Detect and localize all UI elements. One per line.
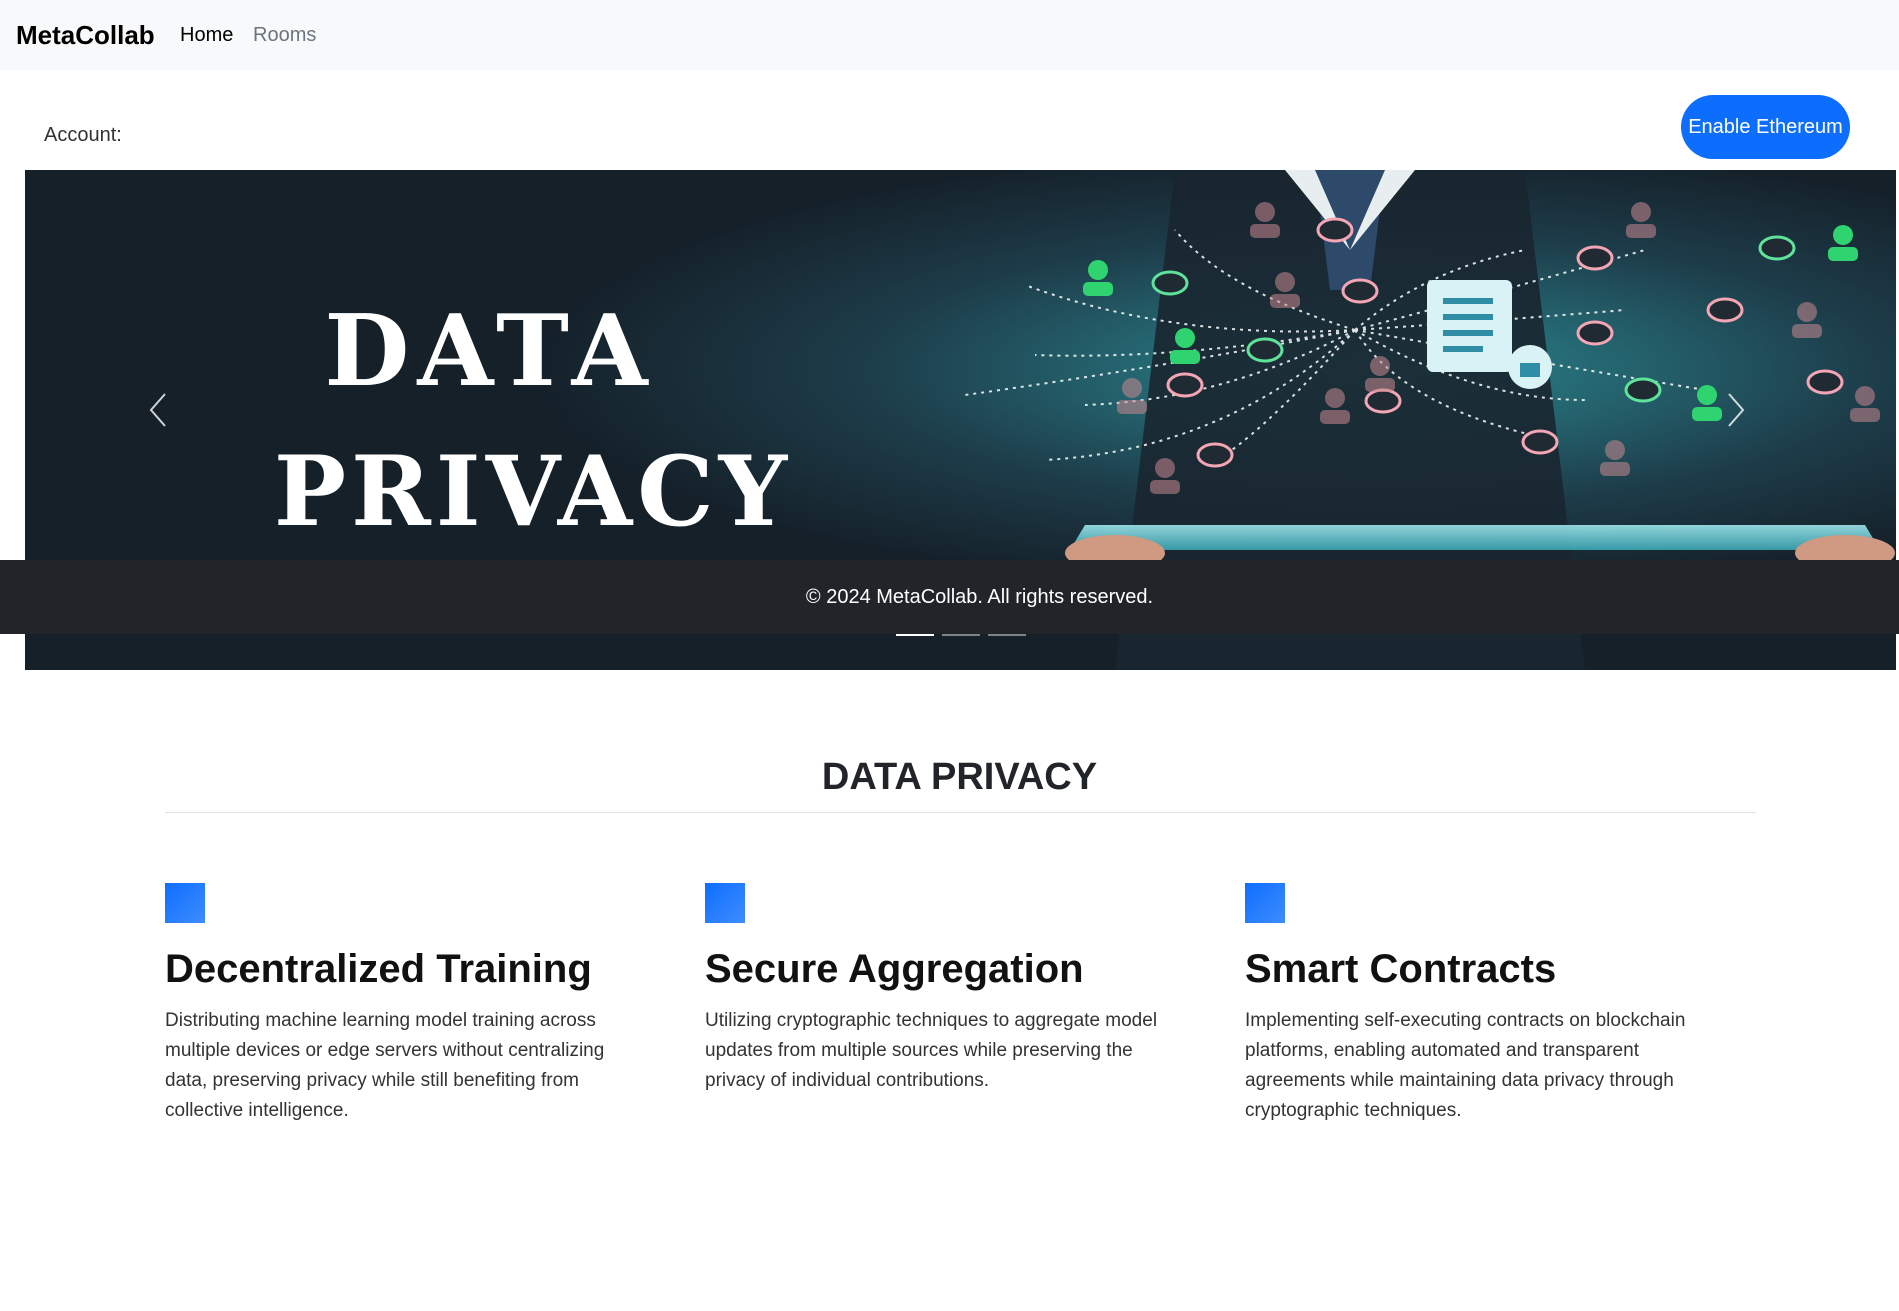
nav-link-rooms[interactable]: Rooms <box>253 24 316 47</box>
chevron-right-icon <box>1728 393 1745 427</box>
navbar: MetaCollab Home Rooms <box>0 0 1899 70</box>
feature-square-icon <box>1245 883 1285 923</box>
feature-title: Secure Aggregation <box>705 947 1084 991</box>
feature-square-icon <box>165 883 205 923</box>
feature-description: Implementing self-executing contracts on… <box>1245 1010 1686 1121</box>
brand-logo[interactable]: MetaCollab <box>16 20 155 51</box>
slide-heading-privacy: PRIVACY <box>274 435 792 548</box>
feature-square-icon <box>705 883 745 923</box>
feature-title: Smart Contracts <box>1245 947 1557 991</box>
chevron-left-icon <box>149 393 166 427</box>
nav-link-home[interactable]: Home <box>180 24 233 47</box>
section-divider <box>165 812 1756 813</box>
feature-description: Distributing machine learning model trai… <box>165 1010 605 1121</box>
feature-card: Secure Aggregation Utilizing cryptograph… <box>705 883 1205 1096</box>
feature-description: Utilizing cryptographic techniques to ag… <box>705 1010 1158 1091</box>
carousel-next-button[interactable] <box>1725 390 1785 450</box>
footer-copyright: © 2024 MetaCollab. All rights reserved. <box>805 585 1154 608</box>
enable-ethereum-button[interactable]: Enable Ethereum <box>1681 95 1850 159</box>
feature-title: Decentralized Training <box>165 947 592 991</box>
footer: © 2024 MetaCollab. All rights reserved. <box>0 560 1899 634</box>
section-title: DATA PRIVACY <box>821 756 1098 798</box>
account-label: Account: <box>44 124 122 146</box>
feature-card: Smart Contracts Implementing self-execut… <box>1245 883 1745 1126</box>
feature-card: Decentralized Training Distributing mach… <box>165 883 665 1126</box>
slide-heading-data: DATA <box>324 294 655 409</box>
carousel-prev-button[interactable] <box>145 390 205 450</box>
